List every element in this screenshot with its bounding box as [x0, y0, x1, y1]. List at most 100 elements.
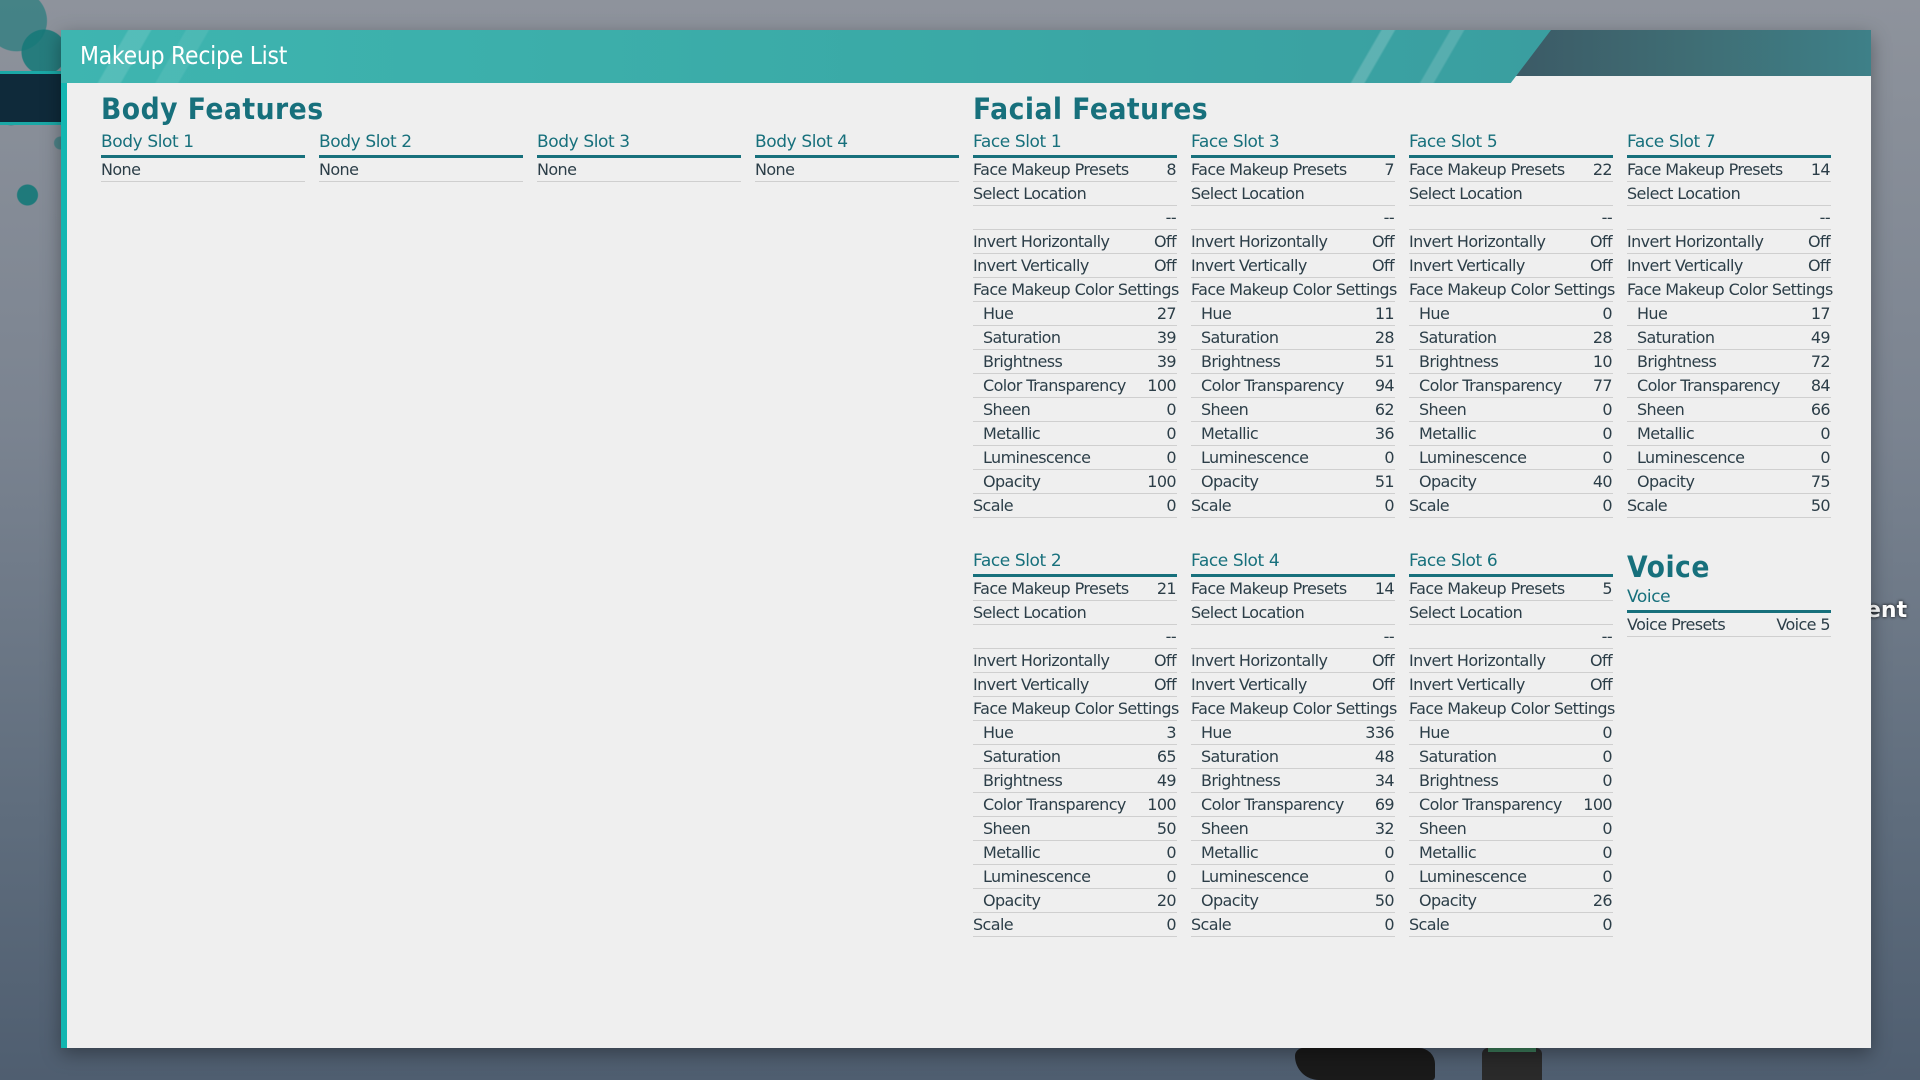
hue-row[interactable]: Hue 27: [973, 302, 1177, 326]
hue-row[interactable]: Hue 17: [1627, 302, 1831, 326]
location-row[interactable]: --: [1191, 206, 1395, 230]
location-row[interactable]: Select Location: [973, 601, 1177, 625]
color-transparency-row[interactable]: Color Transparency 69: [1191, 793, 1395, 817]
hue-row[interactable]: Hue 11: [1191, 302, 1395, 326]
location-row[interactable]: --: [1191, 625, 1395, 649]
scale-row[interactable]: Scale 0: [973, 494, 1177, 518]
invert-h-row[interactable]: Invert Horizontally Off: [1191, 230, 1395, 254]
sheen-row[interactable]: Sheen 32: [1191, 817, 1395, 841]
saturation-row[interactable]: Saturation 65: [973, 745, 1177, 769]
luminescence-row[interactable]: Luminescence 0: [1409, 446, 1613, 470]
color-transparency-row[interactable]: Color Transparency 84: [1627, 374, 1831, 398]
scale-row[interactable]: Scale 50: [1627, 494, 1831, 518]
luminescence-row[interactable]: Luminescence 0: [973, 865, 1177, 889]
brightness-row[interactable]: Brightness 72: [1627, 350, 1831, 374]
scale-row[interactable]: Scale 0: [1409, 913, 1613, 937]
saturation-row[interactable]: Saturation 28: [1191, 326, 1395, 350]
sheen-row[interactable]: Sheen 50: [973, 817, 1177, 841]
location-row[interactable]: --: [973, 206, 1177, 230]
hue-row[interactable]: Hue 336: [1191, 721, 1395, 745]
invert-v-row[interactable]: Invert Vertically Off: [1409, 254, 1613, 278]
brightness-row[interactable]: Brightness 49: [973, 769, 1177, 793]
brightness-row[interactable]: Brightness 39: [973, 350, 1177, 374]
metallic-row[interactable]: Metallic 0: [1409, 841, 1613, 865]
luminescence-row[interactable]: Luminescence 0: [973, 446, 1177, 470]
body-slot-row[interactable]: None: [537, 158, 741, 182]
luminescence-row[interactable]: Luminescence 0: [1191, 865, 1395, 889]
voice-presets-row[interactable]: Voice Presets Voice 5: [1627, 613, 1831, 637]
brightness-row[interactable]: Brightness 34: [1191, 769, 1395, 793]
invert-v-row[interactable]: Invert Vertically Off: [1627, 254, 1831, 278]
opacity-row[interactable]: Opacity 75: [1627, 470, 1831, 494]
hue-row[interactable]: Hue 0: [1409, 302, 1613, 326]
presets-row[interactable]: Face Makeup Presets 14: [1191, 577, 1395, 601]
opacity-row[interactable]: Opacity 20: [973, 889, 1177, 913]
sheen-row[interactable]: Sheen 0: [1409, 817, 1613, 841]
scale-row[interactable]: Scale 0: [1409, 494, 1613, 518]
saturation-row[interactable]: Saturation 39: [973, 326, 1177, 350]
location-row[interactable]: Select Location: [1191, 601, 1395, 625]
brightness-row[interactable]: Brightness 10: [1409, 350, 1613, 374]
opacity-row[interactable]: Opacity 26: [1409, 889, 1613, 913]
saturation-row[interactable]: Saturation 49: [1627, 326, 1831, 350]
color-transparency-row[interactable]: Color Transparency 100: [1409, 793, 1613, 817]
color-transparency-row[interactable]: Color Transparency 94: [1191, 374, 1395, 398]
location-row[interactable]: Select Location: [1627, 182, 1831, 206]
opacity-row[interactable]: Opacity 51: [1191, 470, 1395, 494]
saturation-row[interactable]: Saturation 28: [1409, 326, 1613, 350]
color-transparency-row[interactable]: Color Transparency 100: [973, 374, 1177, 398]
presets-row[interactable]: Face Makeup Presets 5: [1409, 577, 1613, 601]
metallic-row[interactable]: Metallic 0: [1409, 422, 1613, 446]
location-row[interactable]: --: [973, 625, 1177, 649]
presets-row[interactable]: Face Makeup Presets 8: [973, 158, 1177, 182]
invert-v-row[interactable]: Invert Vertically Off: [973, 254, 1177, 278]
metallic-row[interactable]: Metallic 0: [973, 841, 1177, 865]
metallic-row[interactable]: Metallic 0: [973, 422, 1177, 446]
location-row[interactable]: Select Location: [1409, 601, 1613, 625]
presets-row[interactable]: Face Makeup Presets 22: [1409, 158, 1613, 182]
location-row[interactable]: Select Location: [973, 182, 1177, 206]
invert-h-row[interactable]: Invert Horizontally Off: [1627, 230, 1831, 254]
invert-v-row[interactable]: Invert Vertically Off: [1191, 673, 1395, 697]
sheen-row[interactable]: Sheen 0: [973, 398, 1177, 422]
metallic-row[interactable]: Metallic 0: [1627, 422, 1831, 446]
invert-h-row[interactable]: Invert Horizontally Off: [1191, 649, 1395, 673]
saturation-row[interactable]: Saturation 0: [1409, 745, 1613, 769]
invert-h-row[interactable]: Invert Horizontally Off: [1409, 649, 1613, 673]
saturation-row[interactable]: Saturation 48: [1191, 745, 1395, 769]
invert-v-row[interactable]: Invert Vertically Off: [1409, 673, 1613, 697]
invert-h-row[interactable]: Invert Horizontally Off: [973, 649, 1177, 673]
sheen-row[interactable]: Sheen 66: [1627, 398, 1831, 422]
body-slot-row[interactable]: None: [101, 158, 305, 182]
scale-row[interactable]: Scale 0: [973, 913, 1177, 937]
presets-row[interactable]: Face Makeup Presets 14: [1627, 158, 1831, 182]
metallic-row[interactable]: Metallic 0: [1191, 841, 1395, 865]
luminescence-row[interactable]: Luminescence 0: [1409, 865, 1613, 889]
opacity-row[interactable]: Opacity 40: [1409, 470, 1613, 494]
sheen-row[interactable]: Sheen 62: [1191, 398, 1395, 422]
hue-row[interactable]: Hue 0: [1409, 721, 1613, 745]
invert-v-row[interactable]: Invert Vertically Off: [973, 673, 1177, 697]
location-row[interactable]: Select Location: [1191, 182, 1395, 206]
color-transparency-row[interactable]: Color Transparency 100: [973, 793, 1177, 817]
presets-row[interactable]: Face Makeup Presets 21: [973, 577, 1177, 601]
scale-row[interactable]: Scale 0: [1191, 494, 1395, 518]
opacity-row[interactable]: Opacity 50: [1191, 889, 1395, 913]
metallic-row[interactable]: Metallic 36: [1191, 422, 1395, 446]
location-row[interactable]: --: [1409, 206, 1613, 230]
location-row[interactable]: --: [1627, 206, 1831, 230]
body-slot-row[interactable]: None: [755, 158, 959, 182]
opacity-row[interactable]: Opacity 100: [973, 470, 1177, 494]
color-transparency-row[interactable]: Color Transparency 77: [1409, 374, 1613, 398]
luminescence-row[interactable]: Luminescence 0: [1627, 446, 1831, 470]
body-slot-row[interactable]: None: [319, 158, 523, 182]
location-row[interactable]: Select Location: [1409, 182, 1613, 206]
invert-h-row[interactable]: Invert Horizontally Off: [1409, 230, 1613, 254]
invert-v-row[interactable]: Invert Vertically Off: [1191, 254, 1395, 278]
brightness-row[interactable]: Brightness 51: [1191, 350, 1395, 374]
invert-h-row[interactable]: Invert Horizontally Off: [973, 230, 1177, 254]
presets-row[interactable]: Face Makeup Presets 7: [1191, 158, 1395, 182]
brightness-row[interactable]: Brightness 0: [1409, 769, 1613, 793]
sheen-row[interactable]: Sheen 0: [1409, 398, 1613, 422]
luminescence-row[interactable]: Luminescence 0: [1191, 446, 1395, 470]
